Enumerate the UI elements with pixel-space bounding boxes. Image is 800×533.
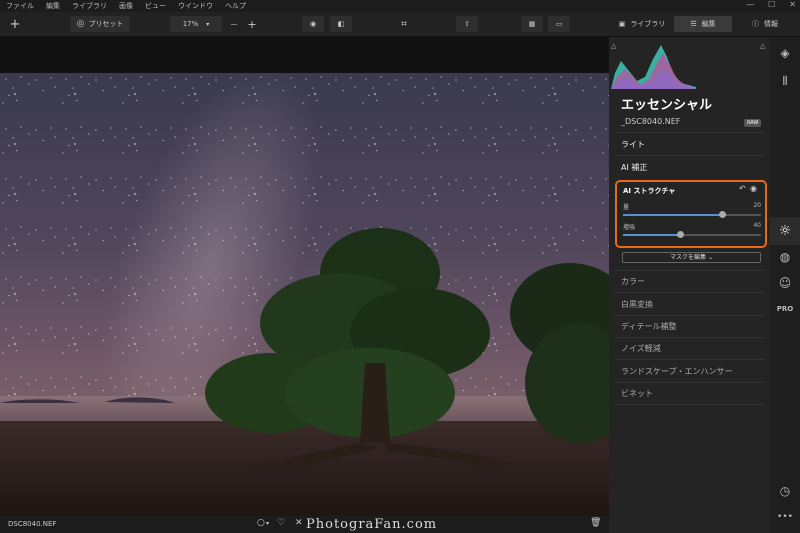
menu-file[interactable]: ファイル: [6, 1, 34, 11]
section-bw[interactable]: 白黒変換: [621, 299, 653, 310]
menu-image[interactable]: 画像: [119, 1, 133, 11]
edit-panel: △ △ エッセンシャル _DSC8040.NEF RAW ライト AI 補正 A…: [609, 37, 770, 533]
section-vignette[interactable]: ビネット: [621, 388, 653, 399]
tool-iconbar: ◈ ⫴ ☼ ◍ ☺ PRO ◷ •••: [770, 37, 800, 533]
close-button[interactable]: ✕: [789, 0, 796, 9]
amount-slider-fill: [623, 214, 723, 216]
chevron-down-icon: ▾: [206, 20, 210, 28]
divider: [615, 359, 765, 360]
menu-view[interactable]: ビュー: [145, 1, 166, 11]
panel-title: エッセンシャル: [621, 98, 713, 113]
status-filename: DSC8040.NEF: [8, 520, 57, 528]
flag-icon[interactable]: ○: [257, 518, 265, 528]
minimize-button[interactable]: —: [746, 0, 754, 9]
share-icon[interactable]: ⇧: [456, 16, 478, 32]
visibility-eye-icon[interactable]: ◉: [750, 184, 757, 193]
crop-icon[interactable]: ⌗: [394, 16, 414, 32]
raw-badge: RAW: [744, 119, 762, 127]
zoom-out-button[interactable]: —: [228, 16, 240, 32]
amount-value: 20: [753, 202, 761, 209]
section-noise[interactable]: ノイズ軽減: [621, 343, 661, 354]
menu-library[interactable]: ライブラリ: [72, 1, 107, 11]
status-bar: DSC8040.NEF ○ ▾ ♡ ✕ PhotograFan.com 🗑: [0, 516, 609, 533]
history-icon[interactable]: ◷: [770, 479, 800, 503]
tab-library-label: ライブラリ: [630, 20, 666, 28]
sliders-icon: ☰: [690, 20, 697, 28]
menu-window[interactable]: ウインドウ: [178, 1, 213, 11]
section-detail[interactable]: ディテール補整: [621, 321, 676, 332]
sun-icon[interactable]: ☼: [770, 217, 800, 245]
pro-icon[interactable]: PRO: [770, 299, 800, 319]
menu-edit[interactable]: 編集: [46, 1, 60, 11]
info-icon: ⓘ: [752, 20, 759, 28]
zoom-in-button[interactable]: +: [246, 16, 258, 32]
library-icon: ▣: [618, 20, 626, 28]
divider: [615, 315, 765, 316]
tab-info[interactable]: ⓘ 情報: [736, 16, 794, 32]
compare-icon[interactable]: ⫴: [770, 69, 800, 93]
section-landscape[interactable]: ランドスケープ・エンハンサー: [621, 366, 733, 377]
add-button[interactable]: +: [6, 16, 24, 32]
boost-value: 40: [753, 222, 761, 229]
divider: [615, 270, 765, 271]
preset-icon: ◎: [76, 19, 85, 29]
right-foliage: [510, 263, 609, 443]
watermark: PhotograFan.com: [306, 517, 438, 532]
ai-structure-section: AI ストラクチャ ↶ ◉ 量 20 増強 40: [615, 180, 767, 248]
maximize-button[interactable]: ☐: [768, 0, 775, 9]
divider: [615, 292, 765, 293]
window-controls: — ☐ ✕: [746, 0, 796, 9]
amount-slider-knob[interactable]: [718, 211, 726, 218]
preset-button[interactable]: ◎ プリセット: [70, 16, 130, 32]
divider: [615, 155, 765, 156]
photo-image: [0, 73, 609, 516]
highlight-clip-icon[interactable]: △: [760, 42, 765, 50]
preset-label: プリセット: [88, 20, 124, 28]
divider: [615, 132, 765, 133]
ai-structure-title: AI ストラクチャ: [623, 187, 676, 195]
tab-info-label: 情報: [764, 20, 778, 28]
reject-icon[interactable]: ✕: [295, 518, 303, 528]
preview-eye-icon[interactable]: ◉: [302, 16, 324, 32]
divider: [615, 404, 765, 405]
palette-icon[interactable]: ◍: [770, 245, 800, 269]
single-view-icon[interactable]: ▭: [548, 16, 570, 32]
divider: [615, 382, 765, 383]
trash-icon[interactable]: 🗑: [590, 518, 601, 528]
boost-slider-knob[interactable]: [677, 231, 685, 238]
section-light[interactable]: ライト: [621, 139, 645, 150]
boost-label: 増強: [623, 224, 636, 231]
tab-edit-label: 編集: [701, 20, 716, 28]
heart-icon[interactable]: ♡: [277, 518, 285, 528]
panel-filename: _DSC8040.NEF: [621, 117, 681, 126]
amount-label: 量: [623, 204, 630, 211]
boost-slider-fill: [623, 234, 681, 236]
undo-icon[interactable]: ↶: [739, 184, 746, 193]
face-icon[interactable]: ☺: [770, 271, 800, 295]
more-icon[interactable]: •••: [770, 507, 800, 527]
compare-view-icon[interactable]: ◧: [330, 16, 352, 32]
section-ai-enhance[interactable]: AI 補正: [621, 162, 647, 173]
edit-mask-button[interactable]: マスクを編集 ⌄: [622, 252, 761, 263]
tab-library[interactable]: ▣ ライブラリ: [612, 16, 672, 32]
grid-view-icon[interactable]: ▦: [521, 16, 543, 32]
chevron-down-icon[interactable]: ▾: [266, 520, 269, 527]
layers-icon[interactable]: ◈: [770, 41, 800, 65]
menu-help[interactable]: ヘルプ: [225, 1, 246, 11]
histogram: [611, 45, 696, 89]
section-color[interactable]: カラー: [621, 276, 645, 287]
tab-edit[interactable]: ☰ 編集: [674, 16, 732, 32]
toolbar: + ◎ プリセット 17% ▾ — + ◉ ◧ ⌗ ⇧ ▦ ▭ ▣ ライブラリ …: [0, 12, 800, 37]
zoom-select[interactable]: 17% ▾: [170, 16, 222, 32]
menu-bar: ファイル 編集 ライブラリ 画像 ビュー ウインドウ ヘルプ: [0, 0, 800, 12]
zoom-value: 17%: [182, 20, 199, 28]
divider: [615, 337, 765, 338]
photo-canvas[interactable]: [0, 37, 609, 516]
